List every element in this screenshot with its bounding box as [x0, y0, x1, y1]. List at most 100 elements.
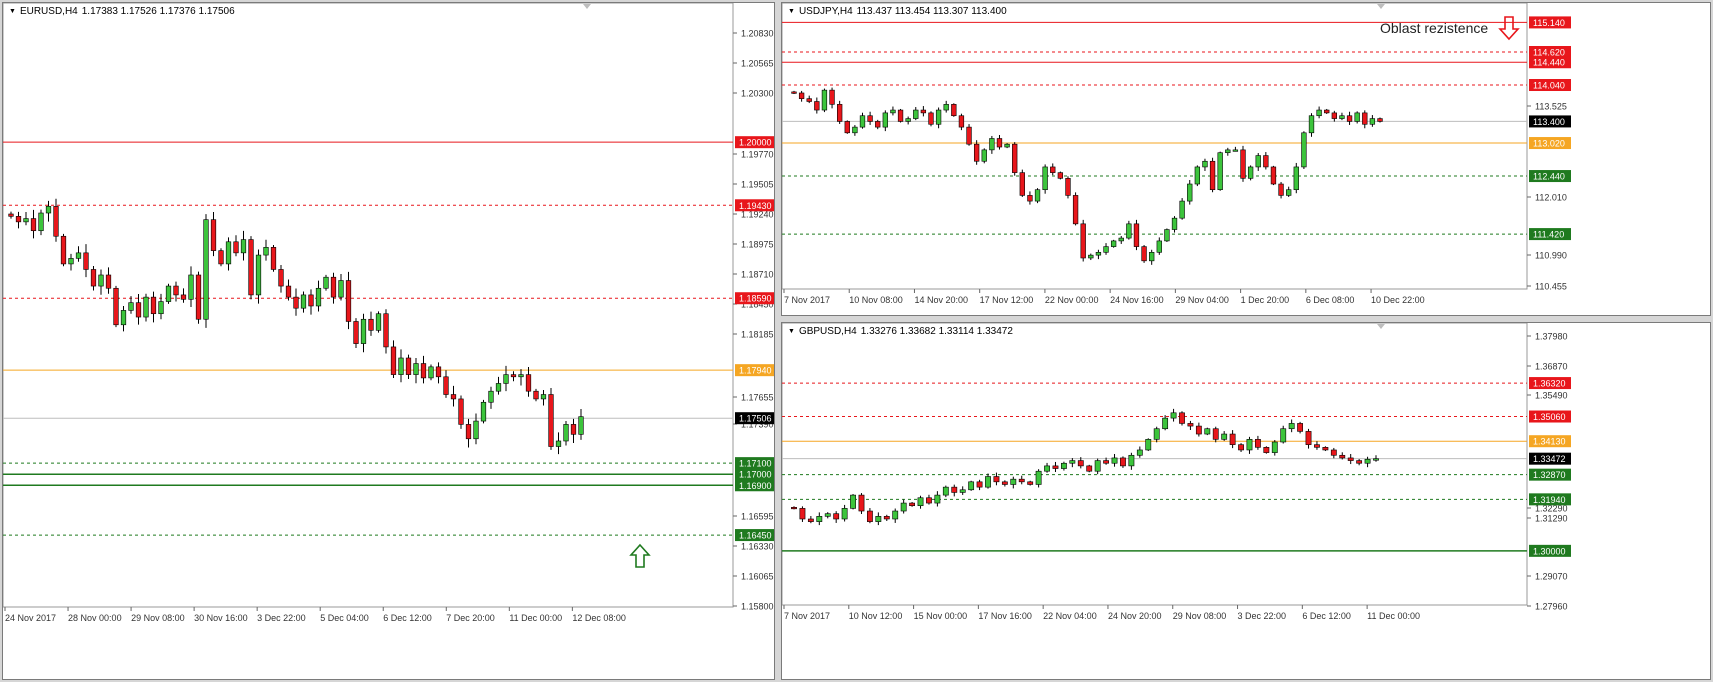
bull-candle	[1225, 149, 1231, 154]
bear-candle	[1339, 454, 1346, 459]
bear-candle	[1322, 447, 1329, 451]
time-tick-label: 7 Nov 2017	[784, 295, 830, 305]
price-tick-label: 1.35490	[1535, 391, 1568, 401]
bull-candle	[1271, 441, 1278, 453]
bear-candle	[113, 287, 119, 326]
level-tag-label: 114.040	[1533, 81, 1565, 91]
bull-candle	[1179, 200, 1185, 219]
bear-candle	[814, 101, 820, 111]
bull-candle	[1202, 160, 1208, 168]
bull-candle	[143, 296, 149, 318]
bear-candle	[405, 357, 412, 375]
price-tick-label: 1.18710	[741, 270, 774, 280]
bull-candle	[360, 318, 367, 344]
bear-candle	[867, 115, 873, 122]
bull-candle	[1369, 118, 1376, 125]
level-tag-label: 1.32870	[1533, 470, 1566, 480]
bull-candle	[1354, 112, 1360, 122]
ohlc-label: 113.437 113.454 113.307 113.400	[856, 6, 1007, 17]
chart-canvas-usdjpy[interactable]: 113.525 112.010 110.990 110.455 7 Nov 2017 10…	[782, 3, 1710, 315]
bear-candle	[858, 494, 865, 512]
level-tag-label: 111.420	[1533, 230, 1564, 240]
bear-candle	[1065, 178, 1071, 196]
level-tag-label: 1.35060	[1533, 412, 1566, 422]
bull-candle	[1035, 470, 1042, 485]
bull-candle	[1149, 251, 1155, 262]
bull-candle	[1145, 439, 1152, 451]
ohlc-label: 1.33276 1.33682 1.33114 1.33472	[860, 326, 1013, 337]
bull-candle	[1095, 251, 1102, 256]
bear-candle	[996, 138, 1003, 148]
bull-candle	[225, 241, 232, 265]
plot-area	[3, 3, 734, 608]
time-tick-label: 15 Nov 00:00	[914, 611, 968, 621]
price-tick-label: 1.19770	[741, 150, 774, 160]
bull-candle	[917, 497, 924, 507]
bear-candle	[570, 424, 577, 435]
symbol-label: GBPUSD,H4	[798, 326, 857, 337]
bear-candle	[897, 109, 904, 122]
bear-candle	[973, 143, 980, 162]
bear-candle	[30, 218, 37, 232]
bear-candle	[285, 285, 292, 298]
bear-candle	[1270, 166, 1277, 185]
bull-candle	[1094, 460, 1101, 472]
bull-candle	[75, 252, 82, 259]
bear-candle	[806, 98, 812, 102]
chart-canvas-eurusd[interactable]: 1.208301.205651.203001.197701.195051.192…	[3, 3, 774, 679]
bull-candle	[1217, 152, 1223, 191]
chart-panel-eurusd[interactable]: 1.20830 1.20565 1.20300 1.19770 1.19505 1.192…	[2, 2, 775, 680]
bull-candle	[1194, 166, 1201, 185]
bull-candle	[38, 212, 44, 232]
bull-candle	[1156, 240, 1162, 253]
time-tick-label: 14 Nov 20:00	[914, 295, 968, 305]
time-tick-label: 10 Nov 12:00	[849, 611, 903, 621]
bear-candle	[1012, 143, 1018, 173]
bull-candle	[890, 109, 896, 114]
bear-candle	[875, 121, 881, 128]
dropdown-triangle-icon[interactable]: ▼	[788, 328, 795, 335]
bull-candle	[255, 254, 262, 296]
bear-candle	[1229, 433, 1236, 445]
time-tick-label: 28 Nov 00:00	[68, 613, 122, 623]
bull-candle	[852, 126, 858, 134]
bear-candle	[353, 321, 359, 344]
bear-candle	[420, 363, 427, 379]
bull-candle	[816, 516, 823, 522]
level-tag-label: 1.20000	[739, 138, 772, 148]
bear-candle	[1027, 481, 1034, 485]
price-tick-label: 112.010	[1535, 193, 1567, 203]
bear-candle	[510, 374, 517, 378]
price-tick-label: 1.19505	[741, 180, 774, 190]
chart-panel-gbpusd[interactable]: 1.37980 1.36870 1.35490 1.32290 1.31290 1.290…	[781, 322, 1711, 680]
dropdown-triangle-icon[interactable]: ▼	[9, 8, 16, 15]
chart-header-gbpusd: ▼ GBPUSD,H4 1.33276 1.33682 1.33114 1.33…	[788, 326, 1013, 337]
bull-candle	[203, 219, 209, 320]
bear-candle	[844, 121, 850, 134]
bear-candle	[465, 424, 472, 440]
bull-candle	[578, 416, 584, 435]
bear-candle	[443, 376, 449, 395]
bear-candle	[1209, 160, 1216, 191]
bull-candle	[563, 424, 569, 442]
symbol-label: EURUSD,H4	[19, 6, 78, 17]
bear-candle	[1263, 155, 1269, 168]
bull-candle	[1316, 109, 1322, 117]
bull-candle	[240, 239, 247, 254]
bear-candle	[951, 486, 958, 493]
bull-candle	[1339, 115, 1345, 119]
bear-candle	[951, 104, 957, 117]
chart-canvas-gbpusd[interactable]: 1.379801.368701.354901.322901.312901.290…	[782, 323, 1710, 679]
bull-candle	[859, 115, 866, 128]
bear-candle	[976, 481, 983, 488]
bull-candle	[45, 206, 52, 214]
level-tag-label: 1.33472	[1533, 454, 1566, 464]
bear-candle	[1377, 118, 1383, 122]
price-tick-label: 1.18975	[741, 240, 774, 250]
plot-area	[782, 3, 1528, 290]
dropdown-triangle-icon[interactable]: ▼	[788, 8, 795, 15]
bear-candle	[270, 247, 277, 270]
bear-candle	[883, 516, 890, 520]
bull-candle	[98, 274, 104, 287]
chart-panel-usdjpy[interactable]: 113.525 112.010 110.990 110.455 7 Nov 2017 10…	[781, 2, 1711, 316]
